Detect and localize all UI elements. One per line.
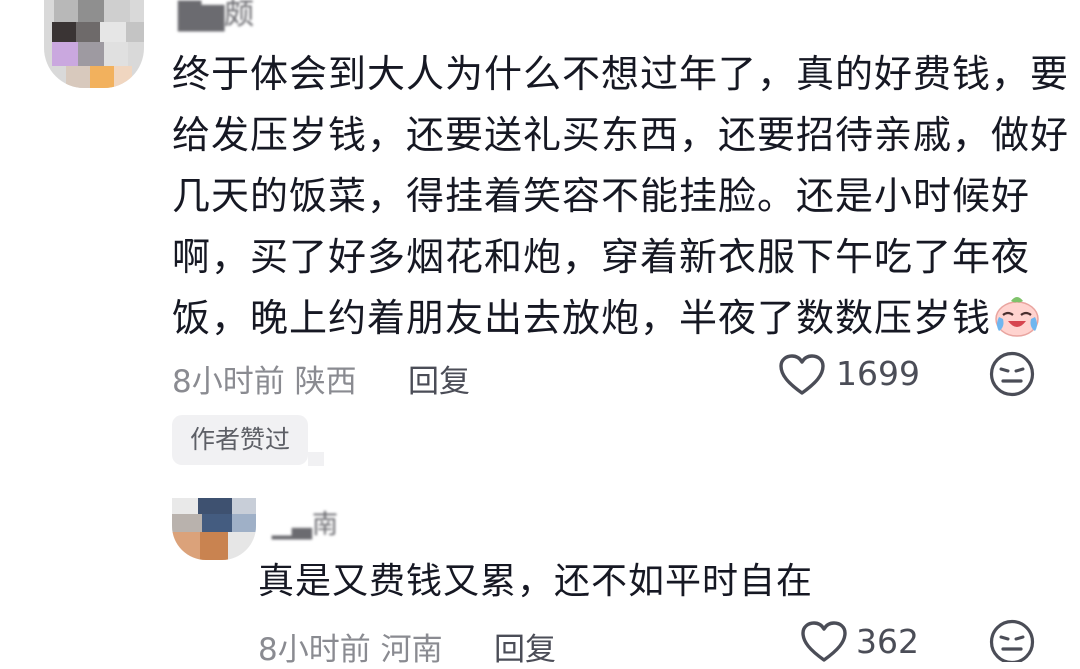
comment-timestamp: 8小时前 陕西: [172, 364, 357, 400]
comment-text: 终于体会到大人为什么不想过年了，真的好费钱，要 给发压岁钱，还要送礼买东西，还要…: [172, 44, 1070, 349]
meh-face-icon: [989, 619, 1035, 662]
author-liked-badge: 作者赞过: [172, 415, 308, 465]
reply-dislike-button[interactable]: [988, 618, 1038, 662]
reply-button[interactable]: 回复: [408, 356, 470, 401]
commenter-avatar[interactable]: [44, 0, 144, 88]
comment-line: 几天的饭菜，得挂着笑容不能挂脸。还是小时候好: [172, 174, 1031, 218]
replier-avatar[interactable]: [172, 498, 256, 560]
comment-line: 啊，买了好多烟花和炮，穿着新衣服下午吃了年夜: [172, 235, 1031, 279]
replier-username[interactable]: ▁▃南: [272, 512, 338, 538]
comment-location: 陕西: [294, 364, 357, 400]
crying-laughing-emoji-icon: [995, 297, 1039, 337]
comment-line: 终于体会到大人为什么不想过年了，真的好费钱，要: [172, 52, 1070, 96]
reply-like-button[interactable]: 362: [800, 618, 930, 662]
comment-line-last: 饭，晚上约着朋友出去放炮，半夜了数数压岁钱: [172, 288, 1052, 349]
comment-line: 给发压岁钱，还要送礼买东西，还要招待亲戚，做好: [172, 113, 1070, 157]
reply-text: 真是又费钱又累，还不如平时自在: [258, 561, 814, 602]
meh-face-icon: [989, 351, 1035, 397]
commenter-username[interactable]: ▇▆颇: [178, 0, 254, 30]
dislike-button[interactable]: [988, 350, 1038, 400]
heart-outline-icon: [801, 621, 847, 662]
reply-reply-button[interactable]: 回复: [494, 624, 556, 669]
reply-location: 河南: [380, 632, 443, 668]
badge-decoration: [308, 452, 324, 466]
reply-like-count: 362: [856, 622, 919, 661]
like-count: 1699: [836, 354, 920, 393]
heart-outline-icon: [779, 354, 825, 395]
reply-timestamp: 8小时前 河南: [258, 632, 443, 668]
like-button[interactable]: 1699: [778, 350, 928, 400]
